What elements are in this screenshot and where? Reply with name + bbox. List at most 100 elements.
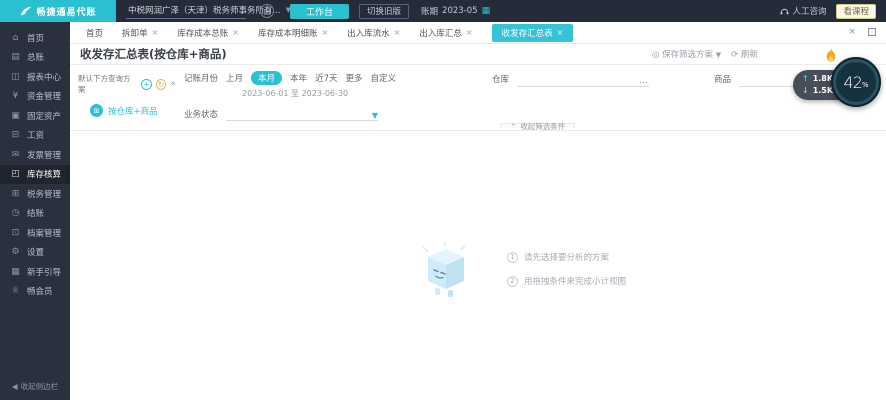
scheme-panel-header: 默认下方查询方案 + ↻ « [78,73,176,95]
filter-zone: 默认下方查询方案 + ↻ « ⊞ 按仓库+商品 记账月份 上月 本月 本年 近7… [70,65,886,131]
topbar-right: 人工咨询 看课程 [780,4,886,19]
sidebar-item-home[interactable]: ⌂首页 [0,28,70,48]
sidebar-collapse-button[interactable]: ◀ 收起侧边栏 [0,381,70,392]
month-option-more[interactable]: 更多 [345,72,362,84]
month-option-current[interactable]: 本月 [251,71,282,85]
period-label: 账期 [421,5,438,17]
workbench-button[interactable]: 工作台 [290,4,349,19]
ellipsis-picker-icon[interactable]: … [639,76,649,86]
closing-icon: ◷ [10,208,21,218]
sidebar-item-label: 设置 [27,246,44,258]
company-selector[interactable]: 中税网润广泽（天津）税务师事务所有... ▼ [126,3,246,19]
sidebar-item-salary[interactable]: ⊟工资 [0,126,70,146]
close-all-icon[interactable]: × [848,27,856,37]
sidebar-item-label: 发票管理 [27,149,61,161]
sidebar-item-invoice[interactable]: ✉发票管理 [0,145,70,165]
fullscreen-icon[interactable] [868,28,876,36]
scheme-item[interactable]: ⊞ 按仓库+商品 [90,104,176,117]
report-icon: ◫ [10,72,21,82]
tab-inout-summary[interactable]: 出入库汇总 × [419,27,472,39]
sidebar-item-settings[interactable]: ⚙设置 [0,243,70,263]
sidebar-item-guide[interactable]: ▦新手引导 [0,262,70,282]
apps-icon[interactable]: ▤ [260,4,274,18]
save-scheme-button[interactable]: ◎ 保存筛选方案 ▼ [652,48,721,60]
number-2-icon: 2 [507,276,518,287]
head-toolbar: ◎ 保存筛选方案 ▼ ⟳ 刷新 [652,48,878,60]
sidebar-item-report-center[interactable]: ◫ 报表中心 [0,67,70,87]
logo-text: 畅捷通易代账 [36,5,96,18]
warehouse-input[interactable]: … [517,73,649,87]
sidebar-item-ledger[interactable]: ▤总账 [0,48,70,68]
close-icon[interactable]: × [466,28,473,37]
month-option-custom[interactable]: 自定义 [371,72,397,84]
tax-icon: ⊞ [10,189,21,199]
close-icon[interactable]: × [394,28,401,37]
tab-stock-summary-active[interactable]: 收发存汇总表 × [492,24,574,42]
tab-disassembly[interactable]: 拆卸单 × [122,27,158,39]
arrow-up-icon: ↑ [802,73,809,85]
sidebar-item-member[interactable]: ♕畅会员 [0,282,70,302]
percent-sign: % [862,81,869,89]
status-select[interactable]: ▼ [226,107,378,121]
empty-state: 1 请先选择要分析的方案 2 用拖拽条件来完成小计视图 [415,239,626,299]
switch-version-button[interactable]: 切换旧版 [359,4,409,19]
status-filter: 业务状态 ▼ [184,107,886,121]
sidebar-item-archive[interactable]: ⊡ 档案管理 [0,223,70,243]
collapse-panel-icon[interactable]: « [170,79,176,89]
close-icon[interactable]: × [232,28,239,37]
percent-value: 42 [843,73,861,92]
save-scheme-label: 保存筛选方案 [662,50,713,60]
tab-label: 拆卸单 [122,27,148,39]
add-scheme-icon[interactable]: + [141,79,152,90]
inventory-icon: ◰ [10,169,21,179]
refresh-button[interactable]: ⟳ 刷新 [731,48,758,60]
collapse-filters-button[interactable]: ⌃ 收起筛选条件 [500,123,575,128]
tab-label: 首页 [86,27,103,39]
month-option-7days[interactable]: 近7天 [315,72,337,84]
calendar-icon[interactable]: ▦ [482,6,491,16]
main-content: 收发存汇总表(按仓库+商品) ◎ 保存筛选方案 ▼ ⟳ 刷新 默认下方查询方案 … [70,44,886,400]
sidebar-item-fixed-assets[interactable]: ▣固定资产 [0,106,70,126]
battery-percent-badge[interactable]: 42 % [831,57,881,107]
empty-box-illustration [415,239,477,299]
empty-hints: 1 请先选择要分析的方案 2 用拖拽条件来完成小计视图 [507,251,626,287]
close-icon[interactable]: × [557,28,564,37]
tab-label: 收发存汇总表 [502,27,553,39]
tab-inout-flow[interactable]: 出入库流水× [347,27,400,39]
sidebar-item-label: 档案管理 [27,227,61,239]
sidebar-item-closing[interactable]: ◷结账 [0,204,70,224]
warehouse-filter-label: 仓库 [492,73,509,85]
sidebar-item-funds[interactable]: ¥资金管理 [0,87,70,107]
hint-2-text: 用拖拽条件来完成小计视图 [524,275,626,287]
month-option-last[interactable]: 上月 [226,72,243,84]
refresh-label: 刷新 [741,50,758,60]
scheme-item-label: 按仓库+商品 [108,105,158,117]
chevron-down-icon: ▼ [716,51,721,59]
sidebar-item-tax[interactable]: ⊞税务管理 [0,184,70,204]
sidebar-item-inventory[interactable]: ◰库存核算 [0,165,70,185]
arrow-down-icon: ↓ [802,85,809,97]
tab-label: 出入库汇总 [419,27,462,39]
accounting-period[interactable]: 账期 2023-05 ▦ [421,5,490,17]
guide-icon: ▦ [10,267,21,277]
tab-cost-detail-ledger[interactable]: 库存成本明细账× [258,27,328,39]
funds-icon: ¥ [10,91,21,101]
top-header: 畅捷通易代账 中税网润广泽（天津）税务师事务所有... ▼ ▤ 工作台 切换旧版… [0,0,886,22]
flame-icon[interactable] [824,48,838,64]
tab-home[interactable]: 首页 [86,27,103,39]
tab-cost-general-ledger[interactable]: 库存成本总账× [177,27,239,39]
tab-label: 库存成本明细账 [258,27,318,39]
month-option-year[interactable]: 本年 [290,72,307,84]
close-icon[interactable]: × [152,28,159,37]
archive-icon: ⊡ [10,228,21,238]
sidebar-item-label: 总账 [27,51,44,63]
sidebar-item-label: 固定资产 [27,110,61,122]
period-value: 2023-05 [442,6,478,16]
support-link[interactable]: 人工咨询 [780,5,826,17]
course-button[interactable]: 看课程 [836,4,876,19]
collapse-left-icon: ◀ [12,382,18,391]
close-icon[interactable]: × [321,28,328,37]
sidebar-item-label: 报表中心 [27,71,61,83]
scheme-panel: 默认下方查询方案 + ↻ « ⊞ 按仓库+商品 [78,73,176,117]
favorite-scheme-icon[interactable]: ↻ [156,79,167,90]
